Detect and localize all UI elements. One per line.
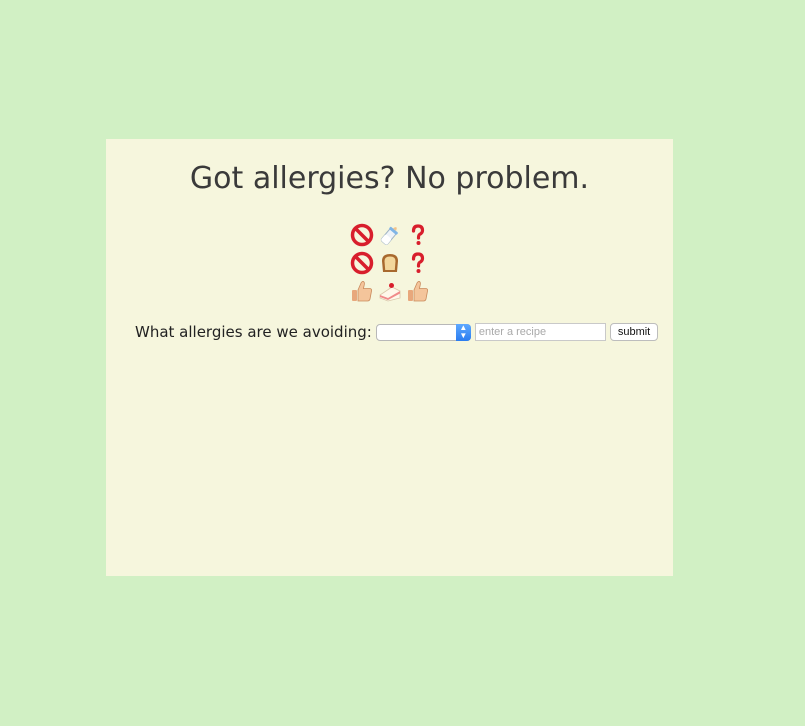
prohibited-icon [348, 249, 376, 277]
emoji-row [348, 221, 432, 249]
recipe-input[interactable] [474, 323, 606, 341]
emoji-row [348, 277, 432, 305]
emoji-grid [348, 221, 432, 305]
page-title: Got allergies? No problem. [189, 161, 590, 196]
main-card: Got allergies? No problem. What allergie… [106, 139, 673, 576]
thumbs-up-icon [404, 277, 432, 305]
chevron-up-down-icon: ▲ ▼ [455, 323, 471, 341]
allergy-form: What allergies are we avoiding: ▲▼ submi… [135, 322, 659, 342]
allergy-select[interactable]: ▲ ▼ [375, 323, 471, 341]
allergy-label: What allergies are we avoiding: [135, 323, 372, 341]
baby-bottle-icon [376, 221, 404, 249]
thumbs-up-icon [348, 277, 376, 305]
bread-icon [376, 249, 404, 277]
emoji-row [348, 249, 432, 277]
prohibited-icon [348, 221, 376, 249]
question-mark-icon [404, 221, 432, 249]
cake-icon [376, 277, 404, 305]
question-mark-icon [404, 249, 432, 277]
submit-button[interactable]: submit [609, 323, 659, 341]
